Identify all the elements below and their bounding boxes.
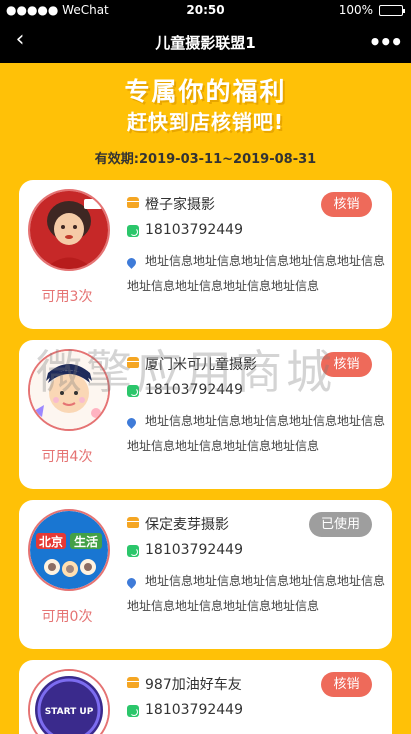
watermark: 微擎应用商城 [36, 345, 336, 399]
store-address: 地址信息地址信息地址信息地址信息地址信息地址信息地址信息地址信息地址信息 [127, 254, 386, 293]
store-name: 橙子家摄影 [145, 197, 215, 213]
store-name: 保定麦芽摄影 [145, 517, 229, 533]
store-name: 987加油好车友 [145, 677, 242, 693]
shop-icon [127, 517, 139, 528]
store-card: 北京 生活 可用0次 保定麦芽摄影 已使用 18103792449 地址信息地址… [19, 500, 392, 649]
store-phone[interactable]: 18103792449 [145, 542, 243, 558]
battery-icon [379, 4, 405, 16]
uses-remaining: 可用3次 [41, 289, 93, 305]
status-bar: ●●●●● WeChat 20:50 100% [0, 0, 411, 20]
store-avatar: START UP [28, 669, 110, 734]
battery-indicator: 100% [338, 3, 405, 17]
start-up-logo-icon: START UP [30, 671, 108, 734]
store-address: 地址信息地址信息地址信息地址信息地址信息地址信息地址信息地址信息地址信息 [127, 574, 386, 613]
store-phone[interactable]: 18103792449 [145, 702, 243, 718]
redeem-button[interactable]: 核销 [321, 672, 372, 697]
store-avatar [28, 189, 110, 271]
avatar-text-right: 生活 [74, 534, 98, 549]
page-title: 儿童摄影联盟1 [155, 34, 256, 52]
child-photo-icon [30, 191, 108, 269]
avatar-text: START UP [45, 707, 94, 717]
uses-remaining: 可用0次 [41, 609, 93, 625]
shop-icon [127, 677, 139, 688]
phone-icon [127, 225, 139, 237]
battery-percent: 100% [338, 3, 373, 17]
nav-bar: ‹ 儿童摄影联盟1 ••• [0, 20, 411, 63]
store-avatar: 北京 生活 [28, 509, 110, 591]
avatar-text-left: 北京 [39, 534, 63, 549]
store-phone[interactable]: 18103792449 [145, 222, 243, 238]
redeem-button[interactable]: 核销 [321, 192, 372, 217]
phone-icon [127, 545, 139, 557]
used-status-badge: 已使用 [309, 512, 372, 537]
shop-icon [127, 197, 139, 208]
banner-subheadline: 赶快到店核销吧! [126, 110, 285, 134]
phone-icon [127, 705, 139, 717]
more-dots-icon[interactable]: ••• [369, 30, 403, 54]
banner-headline: 专属你的福利 [124, 77, 287, 106]
store-address: 地址信息地址信息地址信息地址信息地址信息地址信息地址信息地址信息地址信息 [127, 414, 386, 453]
store-card: START UP 987加油好车友 核销 18103792449 [19, 660, 392, 734]
beijing-life-logo-icon: 北京 生活 [30, 511, 108, 589]
uses-remaining: 可用4次 [41, 449, 93, 465]
store-card: 可用3次 橙子家摄影 核销 18103792449 地址信息地址信息地址信息地址… [19, 180, 392, 329]
validity-period: 有效期:2019-03-11~2019-08-31 [94, 152, 317, 167]
